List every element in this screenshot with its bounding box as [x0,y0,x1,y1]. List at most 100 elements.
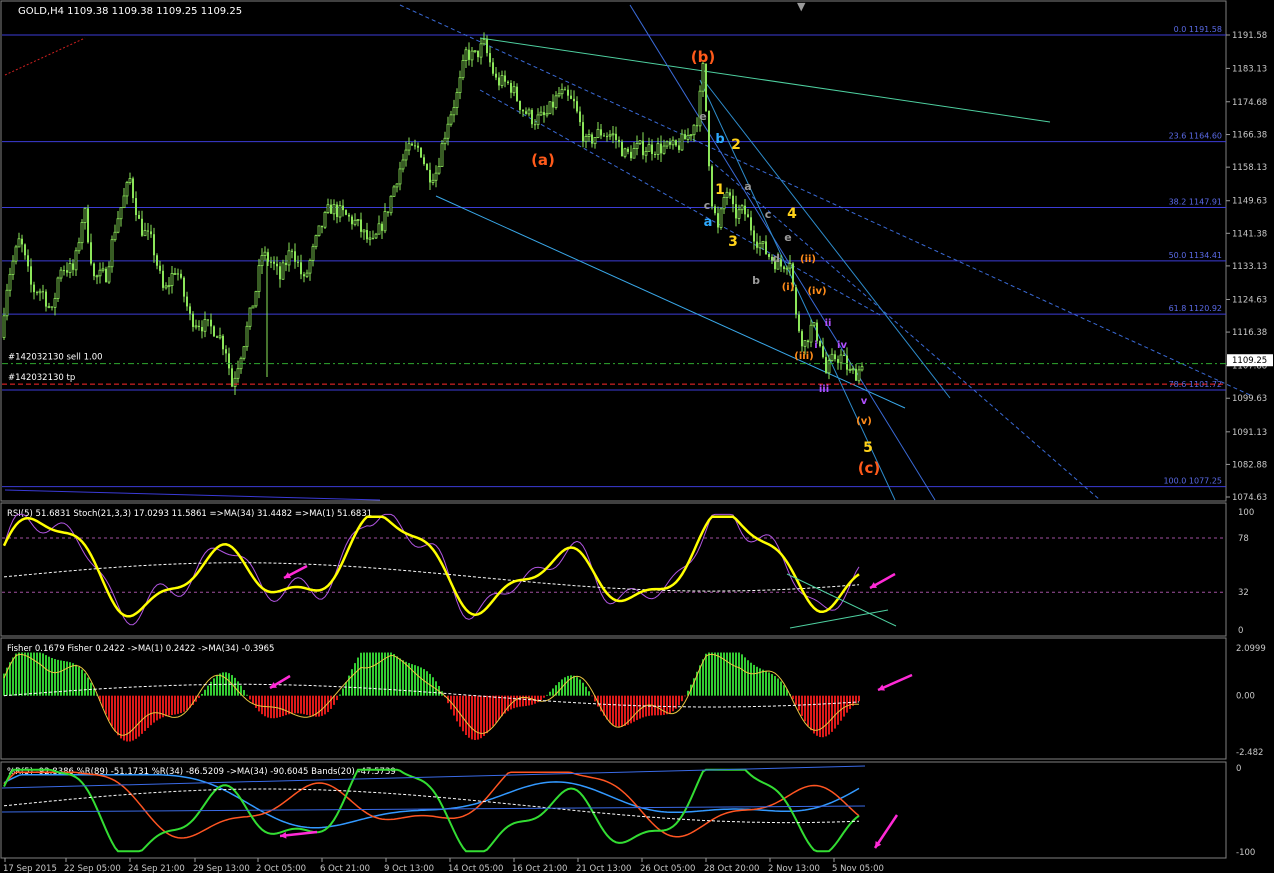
fisher-tick-label: 2.0999 [1236,644,1266,654]
rsi-trend-line [789,609,889,629]
fisher-bar [768,672,770,696]
candle-bull [560,88,564,95]
rsi-tick-label: 100 [1238,508,1254,518]
fisher-bar [804,695,806,722]
candle-bear [678,145,680,150]
fisher-bar [633,695,635,722]
wave-label: (iii) [794,351,813,362]
fisher-bar [753,664,755,696]
fisher-bar [747,660,749,696]
fisher-bar [558,682,560,696]
rsi-line [2,515,860,618]
candle-bull [512,86,516,94]
candle-bull [98,269,102,277]
williams-tick-label: 0 [1236,764,1241,774]
candle-bull [638,140,642,144]
candle-bear [336,204,338,217]
channel-top-line [479,37,1051,123]
candle-bear [630,151,632,159]
fisher-bar [483,695,485,737]
candle-bear [675,140,677,146]
candle-bull [233,377,237,387]
fisher-bar [264,695,266,717]
rsi-ma-line [3,562,860,592]
fisher-bar [66,661,68,696]
candle-bull [356,219,360,221]
candle-bull [665,141,669,147]
candle-bull [392,186,396,197]
fisher-bar [75,664,77,696]
steep-channel-line [629,4,936,501]
fisher-bar [750,662,752,696]
fisher-bar [492,695,494,727]
fisher-bar [321,695,323,716]
candle-bear [273,261,275,264]
fisher-bar [480,695,482,739]
candle-bear [285,262,287,265]
fisher-bar [720,652,722,696]
fisher-bar [858,695,860,702]
fisher-bar [294,695,296,714]
fisher-bar [834,695,836,729]
time-tick-label: 22 Sep 05:00 [64,864,121,873]
candle-bull [77,242,81,252]
fisher-bar [87,677,89,696]
fisher-bar [660,695,662,716]
fisher-bar [201,693,203,696]
wave-label: b [715,132,724,147]
fisher-bar [543,695,545,698]
candle-bear [468,49,470,60]
candle-bear [798,314,800,332]
candle-bear [345,210,347,215]
time-tick-label: 2 Oct 05:00 [256,864,306,873]
wave-label: c [704,199,711,212]
chart-area[interactable]: 0.0 1191.58 23.6 1164.60 38.2 1147.91 50.0 … [0,0,1274,873]
candle-bull [623,148,627,157]
price-tick-label: 1166.38 [1232,131,1267,141]
candle-bull [245,325,249,348]
rsi-stoch-panel: RSI(5) 51.6831 Stoch(21,3,3) 17.0293 11.… [2,508,1254,636]
fisher-bar [117,695,119,736]
candle-bull [2,315,6,338]
candle-bear [24,244,26,256]
candle-bull [11,260,15,275]
candle-bear [183,277,185,297]
fisher-bar [780,681,782,696]
fisher-bar [609,695,611,723]
candle-bear [153,234,155,256]
candle-bull [473,50,477,53]
candle-bear [621,141,623,157]
fisher-bar [138,695,140,737]
candle-bull [458,77,462,93]
candle-bull [308,260,312,274]
wave-label: a [704,215,713,230]
fib-label: 50.0 1134.41 [1169,251,1222,260]
candle-bear [216,336,218,338]
candle-bear [531,109,533,125]
candle-bear [714,206,716,214]
candle-bear [642,140,644,156]
fisher-bar [63,660,65,696]
fisher-bar [681,695,683,702]
candle-bull [251,305,255,309]
wave-label: (b) [691,48,715,66]
candle-bull [539,111,543,116]
candle-bull [788,263,792,269]
wave-label: (c) [858,459,881,477]
fisher-bar [309,695,311,716]
bottom-line [4,489,381,501]
candle-bull [101,268,105,271]
candle-bull [107,266,111,283]
time-tick-label: 9 Oct 13:00 [384,864,434,873]
time-tick-label: 16 Oct 21:00 [512,864,567,873]
fisher-bar [567,675,569,696]
fisher-bar [318,695,320,717]
candle-bull [584,136,588,143]
fisher-tick-label: 0.00 [1236,692,1255,702]
candle-bull [377,223,381,235]
candle-bear [744,205,746,215]
candle-bear [543,112,545,115]
fisher-bar [237,681,239,696]
candle-bull [338,205,342,218]
price-tick-label: 1158.13 [1232,163,1267,173]
